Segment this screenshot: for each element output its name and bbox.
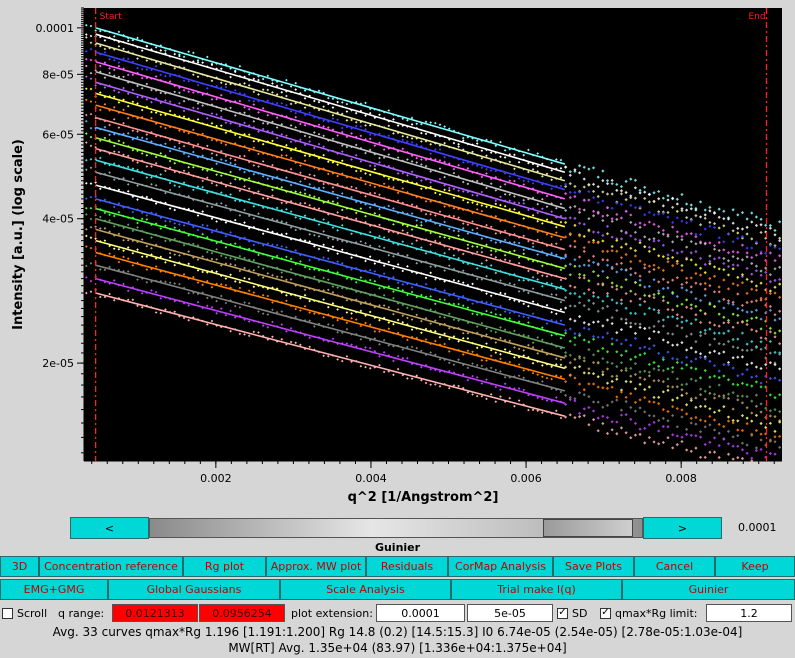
qmax-rg-toggle[interactable]: ✓ qmax*Rg limit:: [600, 604, 697, 622]
y-axis-label: Intensity [a.u.] (log scale): [11, 139, 26, 330]
y-tick-label: 0.0001: [36, 22, 75, 35]
plot-extension-field[interactable]: 0.0001: [376, 604, 465, 622]
toolbar-row-1: 3D Concentration reference Rg plot Appro…: [0, 556, 795, 577]
guinier-chart: 2e-05 4e-05 6e-05 8e-05 0.0001 0.002 0.004 0.00…: [11, 7, 782, 505]
slider-row: < > 0.0001: [0, 515, 795, 541]
approx-mw-plot-button[interactable]: Approx. MW plot: [266, 556, 366, 577]
save-plots-button[interactable]: Save Plots: [553, 556, 634, 577]
sd-checkbox[interactable]: ✓: [557, 607, 568, 619]
range-marker-label: End: [748, 12, 765, 22]
scroll-label: Scroll: [17, 606, 48, 620]
y-tick-label: 6e-05: [42, 128, 74, 141]
guinier-button[interactable]: Guinier: [622, 579, 795, 600]
q-max-field[interactable]: 0.0956254: [199, 604, 285, 622]
q-range-label: q range:: [58, 606, 105, 620]
trial-make-iq-button[interactable]: Trial make I(q): [451, 579, 622, 600]
stats-line-2: MW[RT] Avg. 1.35e+04 (83.97) [1.336e+04:…: [228, 641, 567, 655]
concentration-reference-button[interactable]: Concentration reference: [39, 556, 183, 577]
slider-value: 0.0001: [738, 521, 777, 534]
control-row: Scroll q range: 0.0121313 0.0956254 plot…: [0, 602, 795, 624]
scroll-checkbox[interactable]: [2, 607, 13, 619]
cancel-button[interactable]: Cancel: [634, 556, 715, 577]
x-tick-label: 0.004: [355, 472, 387, 485]
global-gaussians-button[interactable]: Global Gaussians: [108, 579, 280, 600]
qmax-rg-label: qmax*Rg limit:: [615, 606, 698, 620]
cormap-analysis-button[interactable]: CorMap Analysis: [448, 556, 553, 577]
qmax-rg-field[interactable]: 1.2: [706, 604, 792, 622]
rg-plot-button[interactable]: Rg plot: [183, 556, 266, 577]
range-marker-label: Start: [100, 12, 122, 22]
y-tick-label: 4e-05: [42, 213, 74, 226]
scale-analysis-button[interactable]: Scale Analysis: [280, 579, 451, 600]
residuals-button[interactable]: Residuals: [366, 556, 448, 577]
sd-toggle[interactable]: ✓ SD: [557, 604, 587, 622]
guinier-plot-area: 2e-05 4e-05 6e-05 8e-05 0.0001 0.002 0.004 0.00…: [0, 0, 795, 512]
slider-prev-button[interactable]: <: [70, 517, 149, 539]
emg-gmg-button[interactable]: EMG+GMG: [0, 579, 108, 600]
3d-button[interactable]: 3D: [0, 556, 39, 577]
slider-caption: Guinier: [374, 541, 421, 554]
step-field[interactable]: 5e-05: [467, 604, 553, 622]
stats-line-1: Avg. 33 curves qmax*Rg 1.196 [1.191:1.20…: [52, 625, 743, 639]
y-tick-label: 8e-05: [42, 68, 74, 81]
x-tick-label: 0.002: [200, 472, 232, 485]
scroll-toggle[interactable]: Scroll: [2, 604, 47, 622]
plot-extension-label: plot extension:: [291, 606, 373, 620]
q-min-field[interactable]: 0.0121313: [112, 604, 198, 622]
sd-label: SD: [572, 606, 588, 620]
x-axis-label: q^2 [1/Angstrom^2]: [348, 490, 499, 505]
x-tick-label: 0.008: [665, 472, 697, 485]
keep-button[interactable]: Keep: [715, 556, 795, 577]
x-tick-label: 0.006: [510, 472, 542, 485]
y-tick-label: 2e-05: [42, 357, 74, 370]
toolbar-row-2: EMG+GMG Global Gaussians Scale Analysis …: [0, 579, 795, 600]
qmax-rg-checkbox[interactable]: ✓: [600, 607, 611, 619]
slider-next-button[interactable]: >: [643, 517, 722, 539]
slider-thumb[interactable]: [543, 519, 633, 537]
